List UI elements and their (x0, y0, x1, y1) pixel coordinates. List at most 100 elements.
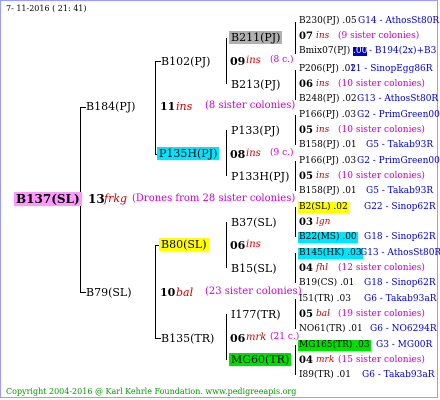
gen4-dam-num-1: .00 (353, 46, 368, 56)
gen4-dam-info-2: G13 - AthosSt80R (357, 94, 439, 104)
gen4-sire-3[interactable]: P166(PJ) .03 (299, 111, 356, 120)
gen2-queen-1[interactable]: B102(PJ) (161, 56, 210, 67)
gen2-count-2: 08 (230, 148, 246, 161)
bracket-gen3-2 (295, 70, 296, 100)
gen3-queen-6[interactable]: B15(SL) (231, 263, 277, 274)
gen4-note-2: (10 sister colonies) (338, 79, 425, 89)
gen3-queen-2[interactable]: B213(PJ) (231, 79, 280, 90)
gen4-symbol-7: bal (316, 309, 331, 319)
gen4-dam-info-7: G6 - NO6294R (370, 324, 437, 334)
gen3-queen-1[interactable]: B211(PJ) (229, 31, 283, 44)
gen4-dam-info-5: G18 - Sinop62R (364, 232, 436, 242)
gen2-note-2: (9 c.) (270, 148, 294, 158)
gen4-count-4: 05 (299, 171, 313, 182)
bracket-gen3-4 (295, 161, 296, 191)
gen2-note-4: (21 c.) (270, 332, 300, 342)
bracket-gen1-bottom (155, 245, 156, 338)
gen4-sire-info-1: G14 - AthosSt80R (358, 16, 440, 26)
gen4-dam-6[interactable]: B19(CS) .01 (299, 279, 354, 288)
gen2-queen-3[interactable]: B80(SL) (159, 238, 209, 251)
gen3-queen-3[interactable]: P133(PJ) (231, 125, 280, 136)
gen4-sire-info-4: G2 - PrimGreen00 (357, 156, 440, 166)
gen2-count-4: 06 (230, 332, 246, 345)
gen4-note-3: (10 sister colonies) (338, 125, 425, 135)
gen1-sire-queen[interactable]: B184(PJ) (86, 101, 135, 112)
gen2-symbol-2: ins (246, 148, 261, 159)
bracket-gen2-a (226, 38, 227, 84)
gen1-dam-count: 10 (160, 286, 176, 299)
gen4-dam-info-4: G5 - Takab93R (366, 186, 434, 196)
bracket-gen3-7 (295, 299, 296, 329)
gen4-symbol-2: ins (316, 79, 330, 89)
gen4-sire-4[interactable]: P166(PJ) .03 (299, 157, 356, 166)
gen3-queen-5[interactable]: B37(SL) (231, 217, 277, 228)
gen4-count-1: 07 (299, 31, 313, 42)
gen4-symbol-6: fhl (316, 263, 329, 273)
gen4-symbol-8: mrk (316, 355, 335, 365)
gen1-sire-note: (8 sister colonies) (205, 100, 296, 111)
gen3-queen-8[interactable]: MG60(TR) (229, 353, 292, 366)
gen2-queen-4[interactable]: B135(TR) (161, 333, 214, 344)
gen3-queen-7[interactable]: I177(TR) (231, 309, 281, 320)
gen4-sire-8[interactable]: MG165(TR) .03 (298, 340, 371, 351)
gen2-symbol-4: mrk (246, 332, 267, 343)
gen2-count-1: 09 (230, 55, 246, 68)
gen4-sire-info-5: G22 - Sinop62R (364, 202, 436, 212)
gen4-count-6: 04 (299, 263, 313, 274)
gen1-dam-note: (23 sister colonies) (205, 286, 302, 297)
gen4-dam-3[interactable]: B158(PJ) .01 (299, 141, 357, 150)
gen4-note-7: (19 sister colonies) (338, 309, 425, 319)
gen2-note-1: (8 c.) (270, 55, 294, 65)
gen4-count-3: 05 (299, 125, 313, 136)
bracket-gen3-5 (295, 207, 296, 237)
gen4-sire-2[interactable]: P206(PJ) .02 (299, 65, 356, 74)
gen4-note-4: (10 sister colonies) (338, 171, 425, 181)
gen4-dam-1[interactable]: Bmix07(PJ) (299, 47, 350, 56)
gen1-dam-queen[interactable]: B79(SL) (86, 287, 132, 298)
gen4-dam-5[interactable]: B22(MS) .00 (298, 232, 358, 243)
bracket-gen3-8 (295, 345, 296, 375)
gen4-symbol-3: ins (316, 125, 330, 135)
gen4-note-1: (9 sister colonies) (338, 31, 420, 41)
gen1-dam-symbol: bal (176, 286, 194, 299)
gen4-dam-2[interactable]: B248(PJ) .02 (299, 95, 357, 104)
gen4-dam-7[interactable]: NO61(TR) .01 (299, 325, 363, 334)
gen4-symbol-4: ins (316, 171, 330, 181)
gen4-dam-info-3: G5 - Takab93R (366, 140, 434, 150)
gen4-sire-5[interactable]: B2(SL) .02 (298, 202, 349, 213)
gen3-queen-4[interactable]: P133H(PJ) (231, 171, 289, 182)
gen4-sire-info-3: G2 - PrimGreen00 (357, 110, 440, 120)
gen4-count-5: 03 (299, 217, 313, 228)
bracket-gen3-1 (295, 22, 296, 54)
gen4-sire-6[interactable]: B145(HK) .03 (298, 248, 363, 259)
root-drone-symbol: frkg (104, 192, 128, 205)
gen4-count-7: 05 (299, 309, 313, 320)
gen1-sire-count: 11 (160, 100, 176, 113)
gen4-count-8: 04 (299, 355, 313, 366)
gen4-sire-info-6: G13 - AthosSt80R (360, 248, 440, 258)
bracket-gen3-3 (295, 115, 296, 145)
bracket-gen2-c (226, 222, 227, 268)
gen2-queen-2[interactable]: P135H(PJ) (157, 147, 220, 160)
root-queen[interactable]: B137(SL) (14, 192, 82, 206)
gen4-count-2: 06 (299, 79, 313, 90)
gen4-sire-1[interactable]: B230(PJ) .05 (299, 17, 357, 26)
bracket-gen3-6 (295, 253, 296, 283)
bracket-gen2-b (226, 130, 227, 176)
gen2-symbol-3: ins (246, 239, 261, 250)
gen2-count-3: 06 (230, 239, 246, 252)
footer-copyright: Copyright 2004-2016 @ Karl Kehrle Founda… (6, 387, 297, 396)
gen4-dam-info-6: G18 - Sinop62R (364, 278, 436, 288)
gen4-dam-4[interactable]: B158(PJ) .01 (299, 187, 357, 196)
gen4-sire-7[interactable]: I51(TR) .03 (299, 295, 351, 304)
bracket-gen2-d (226, 314, 227, 360)
header-date: 7- 11-2016 ( 21: 41) (6, 4, 87, 13)
gen4-symbol-1: ins (316, 31, 330, 41)
gen4-note-6: (12 sister colonies) (338, 263, 425, 273)
gen4-symbol-5: lgn (316, 217, 331, 227)
gen4-sire-info-2: 11 - SinopEgg86R (350, 64, 433, 74)
gen4-sire-info-8: G3 - MG00R (376, 340, 433, 350)
gen1-sire-symbol: ins (176, 100, 193, 113)
gen4-dam-8[interactable]: I89(TR) .01 (299, 371, 351, 380)
bracket-gen1-top (155, 61, 156, 154)
